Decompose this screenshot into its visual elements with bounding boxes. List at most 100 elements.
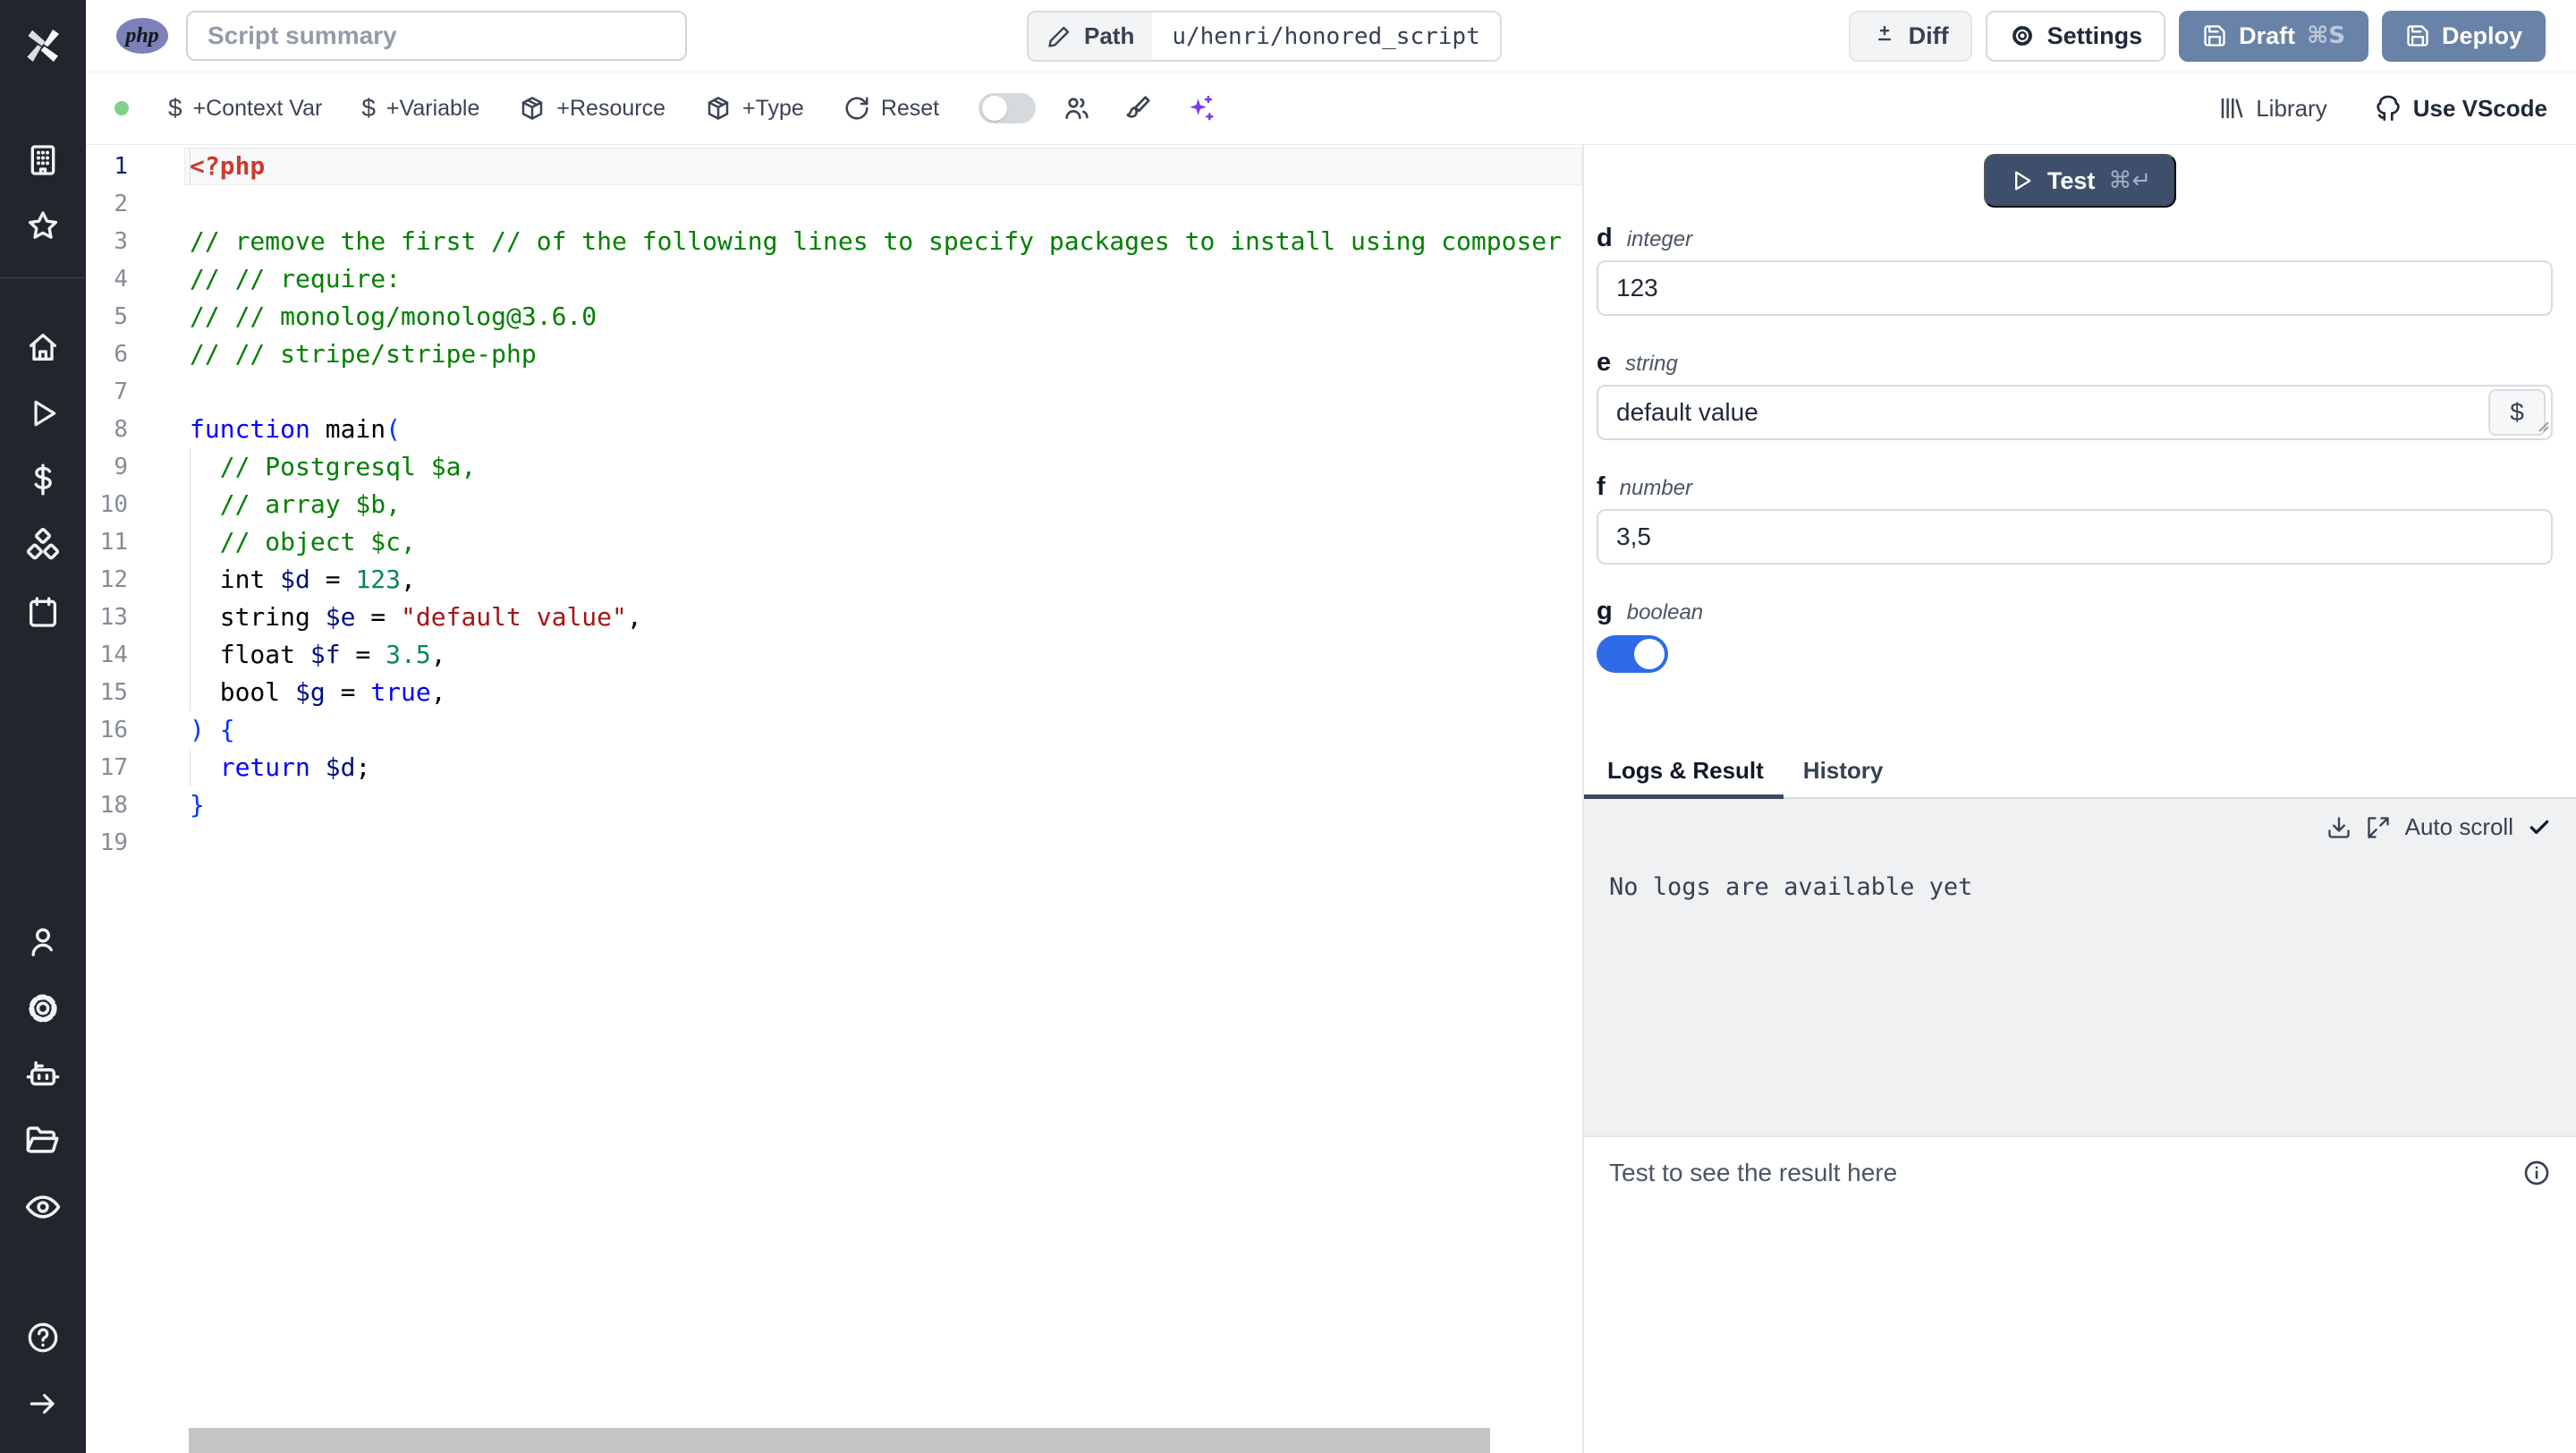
- editor-code[interactable]: <?php // remove the first // of the foll…: [184, 148, 1582, 1453]
- package-icon: [708, 97, 729, 120]
- code-line[interactable]: ) {: [184, 711, 1582, 749]
- reset-button[interactable]: Reset: [843, 95, 939, 122]
- play-icon: [2014, 171, 2031, 191]
- code-line[interactable]: return $d;: [184, 749, 1582, 786]
- sidebar-item-expand[interactable]: [0, 1371, 86, 1437]
- sidebar-item-workspace[interactable]: [0, 127, 86, 193]
- expand-icon[interactable]: [2366, 815, 2391, 840]
- sidebar-item-favorites[interactable]: [0, 193, 86, 259]
- use-vscode-label: Use VScode: [2412, 94, 2547, 122]
- line-number: 17: [99, 754, 128, 781]
- add-type-button[interactable]: +Type: [705, 95, 804, 122]
- schema-field-g: g boolean: [1597, 597, 2553, 673]
- script-path[interactable]: Path u/henri/honored_script: [1027, 11, 1502, 62]
- code-line[interactable]: [184, 373, 1582, 411]
- star-icon: [29, 211, 58, 239]
- line-number: 6: [114, 341, 128, 368]
- field-type: number: [1619, 476, 1693, 500]
- sparkles-icon: [1190, 95, 1214, 121]
- use-vscode-button[interactable]: Use VScode: [2374, 94, 2547, 123]
- sidebar-item-help[interactable]: [0, 1304, 86, 1371]
- line-number: 2: [114, 191, 128, 217]
- draft-button[interactable]: Draft ⌘S: [2179, 10, 2368, 62]
- code-line[interactable]: [184, 185, 1582, 223]
- logs-panel: Auto scroll No logs are available yet: [1584, 799, 2576, 1135]
- line-number: 13: [99, 604, 128, 631]
- sidebar-item-resources[interactable]: [0, 513, 86, 579]
- line-number: 15: [99, 679, 128, 706]
- test-button[interactable]: Test ⌘↵: [1983, 154, 2177, 208]
- field-label: d integer: [1597, 224, 2553, 253]
- script-summary-input[interactable]: [186, 11, 687, 61]
- deploy-label: Deploy: [2441, 21, 2522, 49]
- add-variable-button[interactable]: $ +Variable: [361, 94, 479, 123]
- boolean-toggle[interactable]: [1597, 635, 1668, 673]
- code-line[interactable]: function main(: [184, 411, 1582, 448]
- add-resource-button[interactable]: +Resource: [519, 95, 665, 122]
- sidebar-item-schedules[interactable]: [0, 579, 86, 645]
- schema-field-d: d integer: [1597, 224, 2553, 316]
- code-line[interactable]: <?php: [184, 148, 1582, 185]
- sidebar-item-runs[interactable]: [0, 380, 86, 446]
- field-input-d[interactable]: [1597, 260, 2553, 316]
- horizontal-scrollbar[interactable]: [189, 1428, 1490, 1453]
- field-input-e[interactable]: [1597, 385, 2553, 440]
- toolbar-right: Library Use VScode: [2218, 94, 2547, 123]
- deploy-button[interactable]: Deploy: [2381, 10, 2546, 62]
- result-panel: Test to see the result here: [1584, 1135, 2576, 1453]
- tab-logs-result[interactable]: Logs & Result: [1584, 746, 1784, 799]
- code-line[interactable]: bool $g = true,: [184, 674, 1582, 711]
- diff-button[interactable]: Diff: [1848, 10, 1972, 62]
- code-line[interactable]: // remove the first // of the following …: [184, 223, 1582, 260]
- code-editor[interactable]: 1 2 3 4 5 6 7 8 9 10 11 12 13 14 15 16 17 18 19 <?php // r…: [86, 145, 1582, 1453]
- download-icon[interactable]: [2326, 815, 2351, 840]
- string-input-wrapper: $: [1597, 385, 2553, 440]
- draft-shortcut: ⌘S: [2307, 22, 2345, 49]
- tab-history[interactable]: History: [1784, 746, 1903, 797]
- code-line[interactable]: // array $b,: [184, 486, 1582, 523]
- pencil-icon: [1048, 26, 1070, 47]
- code-line[interactable]: // // stripe/stripe-php: [184, 336, 1582, 373]
- sidebar-item-settings[interactable]: [0, 975, 86, 1041]
- dollar-icon: $: [168, 94, 182, 122]
- code-line[interactable]: // object $c,: [184, 523, 1582, 561]
- code-line[interactable]: string $e = "default value",: [184, 599, 1582, 636]
- code-line[interactable]: // // require:: [184, 260, 1582, 298]
- line-number: 7: [114, 378, 128, 405]
- info-icon[interactable]: [2522, 1159, 2551, 1187]
- sidebar-item-audit-logs[interactable]: [0, 1174, 86, 1240]
- test-label: Test: [2046, 166, 2096, 194]
- add-context-var-button[interactable]: $ +Context Var: [168, 94, 322, 123]
- content-row: 1 2 3 4 5 6 7 8 9 10 11 12 13 14 15 16 17 18 19 <?php // r…: [86, 145, 2576, 1453]
- line-number: 18: [99, 792, 128, 819]
- sidebar-item-variables[interactable]: [0, 446, 86, 513]
- sidebar-item-workers[interactable]: [0, 1041, 86, 1108]
- code-line[interactable]: // Postgresql $a,: [184, 448, 1582, 486]
- code-line[interactable]: [184, 824, 1582, 862]
- toolbar-toggle[interactable]: [979, 93, 1037, 123]
- user-icon: [31, 928, 53, 956]
- code-line[interactable]: int $d = 123,: [184, 561, 1582, 599]
- field-input-f[interactable]: [1597, 509, 2553, 565]
- field-type: boolean: [1626, 600, 1704, 625]
- auto-scroll-label[interactable]: Auto scroll: [2405, 813, 2513, 841]
- collaborators-button[interactable]: [1063, 94, 1091, 123]
- sidebar-item-folders[interactable]: [0, 1108, 86, 1174]
- sidebar-item-user[interactable]: [0, 909, 86, 975]
- cubes-icon: [26, 528, 60, 560]
- code-line[interactable]: }: [184, 786, 1582, 824]
- sidebar-item-home[interactable]: [0, 314, 86, 380]
- format-button[interactable]: [1123, 94, 1152, 123]
- resize-handle[interactable]: [2534, 417, 2550, 438]
- sidebar-divider: [0, 277, 86, 278]
- settings-button[interactable]: Settings: [1985, 10, 2166, 62]
- code-line[interactable]: float $f = 3.5,: [184, 636, 1582, 674]
- check-icon[interactable]: [2528, 816, 2551, 839]
- arrow-right-icon: [30, 1393, 55, 1415]
- code-line[interactable]: // // monolog/monolog@3.6.0: [184, 298, 1582, 336]
- library-button[interactable]: Library: [2218, 95, 2327, 123]
- app: php Path u/henri/honored_script Diff: [0, 0, 2576, 1453]
- ai-assistant-button[interactable]: [1184, 93, 1215, 123]
- windmill-logo-icon[interactable]: [0, 14, 86, 77]
- gear-icon: [29, 994, 57, 1023]
